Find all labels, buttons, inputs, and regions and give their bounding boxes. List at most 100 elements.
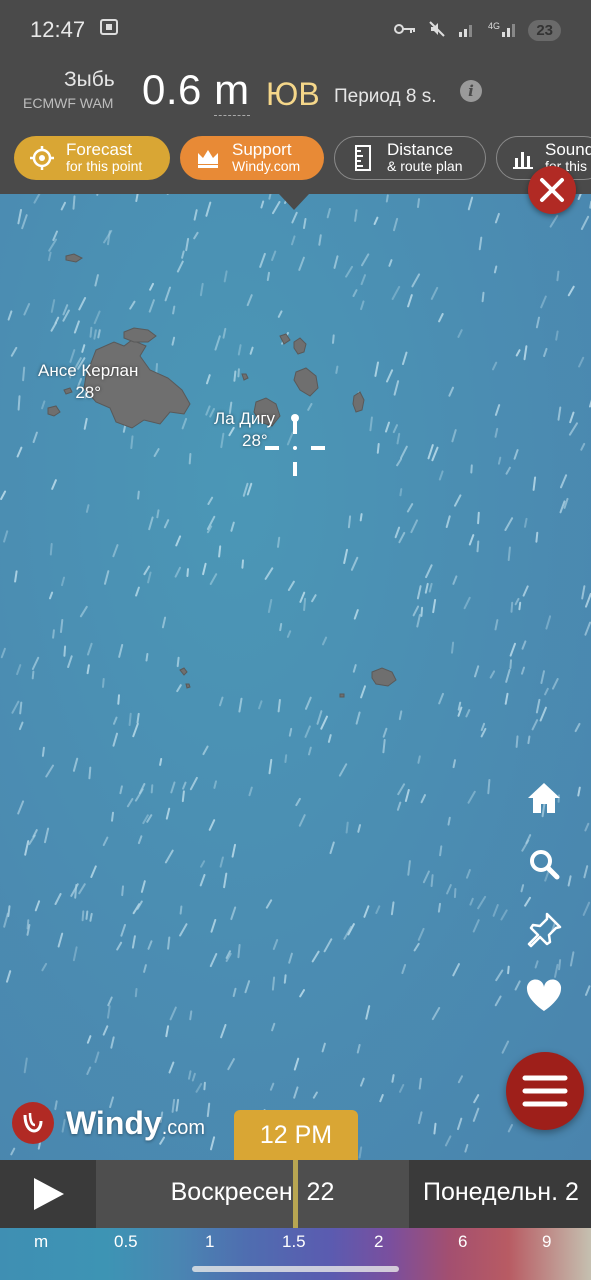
swell-streak bbox=[477, 895, 487, 910]
swell-streak bbox=[398, 710, 403, 721]
swell-streak bbox=[422, 870, 430, 884]
time-needle[interactable] bbox=[293, 1160, 298, 1228]
swell-streak bbox=[295, 797, 301, 807]
swell-streak bbox=[470, 464, 473, 474]
info-icon[interactable]: i bbox=[460, 80, 482, 102]
swell-streak bbox=[445, 515, 451, 528]
swell-streak bbox=[424, 582, 429, 594]
swell-streak bbox=[352, 289, 358, 297]
swell-streak bbox=[393, 217, 399, 232]
swell-streak bbox=[210, 1136, 216, 1151]
swell-streak bbox=[361, 253, 370, 267]
day-current[interactable]: Воскресен. 22 bbox=[96, 1160, 409, 1228]
unit-switch[interactable]: m bbox=[214, 66, 250, 116]
swell-streak bbox=[507, 546, 511, 561]
swell-streak bbox=[199, 874, 206, 887]
close-button[interactable] bbox=[528, 166, 576, 214]
forecast-button[interactable]: Forecast for this point bbox=[14, 136, 170, 180]
swell-streak bbox=[509, 659, 512, 670]
swell-streak bbox=[394, 526, 401, 539]
swell-streak bbox=[89, 912, 93, 922]
distance-button[interactable]: Distance & route plan bbox=[334, 136, 486, 180]
swell-streak bbox=[24, 840, 30, 856]
main-menu-button[interactable] bbox=[506, 1052, 584, 1130]
swell-streak bbox=[81, 344, 86, 353]
support-button[interactable]: Support Windy.com bbox=[180, 136, 324, 180]
swell-streak bbox=[507, 1124, 513, 1133]
swell-streak bbox=[85, 910, 89, 920]
windy-logo[interactable]: Windy.com bbox=[12, 1102, 205, 1144]
swell-streak bbox=[277, 310, 283, 318]
swell-streak bbox=[102, 678, 105, 688]
swell-streak bbox=[417, 755, 421, 764]
swell-streak bbox=[357, 824, 361, 833]
swell-streak bbox=[205, 405, 211, 416]
brand-suffix: .com bbox=[161, 1116, 206, 1139]
swell-streak bbox=[492, 361, 498, 371]
swell-streak bbox=[585, 985, 591, 996]
time-indicator[interactable]: 12 PM bbox=[234, 1110, 358, 1160]
swell-streak bbox=[0, 647, 6, 659]
swell-streak bbox=[188, 1070, 192, 1080]
place-name: Ансе Керлан bbox=[38, 361, 139, 380]
swell-streak bbox=[451, 429, 457, 443]
swell-streak bbox=[277, 699, 281, 713]
swell-streak bbox=[28, 834, 36, 846]
swell-streak bbox=[271, 250, 277, 261]
swell-streak bbox=[202, 745, 209, 756]
swell-streak bbox=[19, 701, 23, 715]
swell-streak bbox=[149, 282, 154, 291]
swell-streak bbox=[244, 980, 251, 994]
swell-streak bbox=[353, 609, 359, 620]
swell-streak bbox=[386, 369, 394, 383]
swell-streak bbox=[219, 696, 224, 707]
swell-streak bbox=[563, 497, 569, 509]
distance-sublabel: & route plan bbox=[387, 158, 463, 174]
model-name[interactable]: ECMWF WAM bbox=[23, 95, 113, 111]
swell-streak bbox=[437, 902, 441, 913]
home-icon bbox=[528, 783, 560, 813]
swell-streak bbox=[527, 735, 531, 745]
swell-streak bbox=[466, 869, 471, 879]
swell-streak bbox=[360, 300, 365, 311]
swell-streak bbox=[390, 901, 395, 916]
swell-streak bbox=[447, 816, 451, 826]
swell-streak bbox=[179, 905, 183, 915]
play-button[interactable] bbox=[28, 1174, 68, 1214]
swell-streak bbox=[363, 905, 370, 918]
search-button[interactable] bbox=[520, 840, 568, 888]
swell-streak bbox=[44, 827, 50, 844]
swell-streak bbox=[318, 234, 322, 246]
pin-button[interactable] bbox=[520, 906, 568, 954]
swell-streak bbox=[492, 904, 499, 917]
scale-tick: 0.5 bbox=[114, 1232, 138, 1251]
swell-streak bbox=[400, 445, 408, 459]
svg-text:4G: 4G bbox=[488, 21, 500, 31]
swell-streak bbox=[49, 542, 53, 556]
swell-streak bbox=[168, 1061, 175, 1074]
swell-streak bbox=[86, 1035, 92, 1044]
home-button[interactable] bbox=[520, 774, 568, 822]
swell-streak bbox=[504, 517, 514, 531]
swell-streak bbox=[181, 790, 185, 803]
crown-icon bbox=[194, 144, 222, 172]
swell-streak bbox=[112, 544, 119, 558]
day-next[interactable]: Понедельн. 2 bbox=[423, 1160, 579, 1224]
layer-name[interactable]: Зыбь bbox=[64, 68, 115, 92]
swell-streak bbox=[164, 849, 174, 864]
swell-streak bbox=[140, 880, 146, 893]
swell-streak bbox=[416, 614, 421, 628]
swell-streak bbox=[102, 836, 109, 847]
color-scale-legend[interactable]: m 0.5 1 1.5 2 6 9 bbox=[0, 1228, 591, 1280]
swell-streak bbox=[185, 237, 190, 252]
swell-streak bbox=[327, 734, 332, 743]
swell-streak bbox=[120, 924, 126, 937]
swell-streak bbox=[238, 697, 243, 713]
swell-streak bbox=[163, 519, 170, 529]
place-label-anse[interactable]: Ансе Керлан 28° bbox=[38, 360, 138, 404]
swell-streak bbox=[265, 899, 273, 909]
place-label-la-digue[interactable]: Ла Дигу 28° bbox=[214, 408, 275, 452]
map-canvas[interactable]: Ансе Керлан 28° Ла Дигу 28° bbox=[0, 194, 591, 1160]
swell-streak bbox=[107, 996, 113, 1007]
favorites-button[interactable] bbox=[520, 972, 568, 1020]
